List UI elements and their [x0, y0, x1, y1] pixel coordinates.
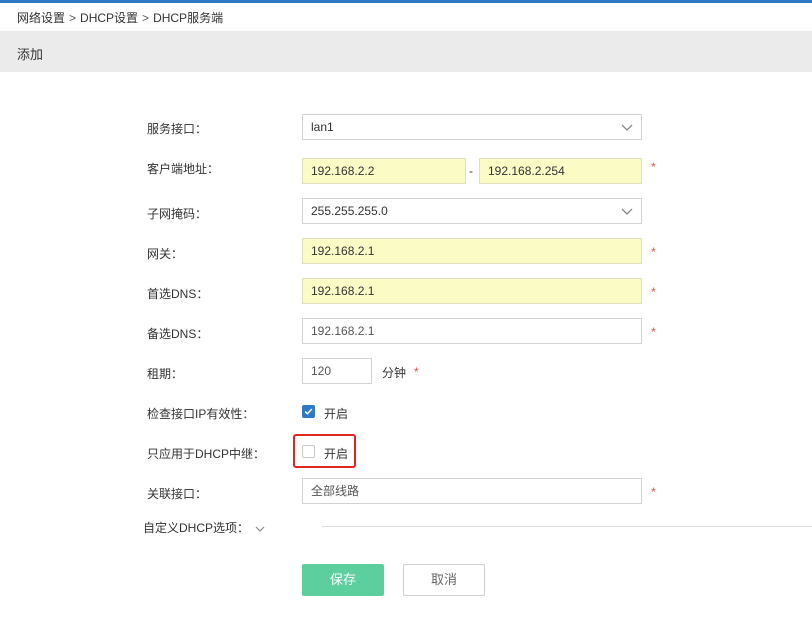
breadcrumb-separator: > [142, 11, 150, 25]
associated-interface-field[interactable]: 全部线路 [302, 478, 642, 504]
section-title: 添加 [17, 47, 44, 62]
section-header: 添加 [0, 31, 812, 72]
breadcrumb-network-settings[interactable]: 网络设置 [17, 11, 65, 25]
required-mark: * [651, 485, 656, 499]
cancel-button[interactable]: 取消 [403, 564, 485, 596]
required-mark: * [651, 160, 656, 174]
range-dash: - [469, 164, 473, 178]
section-divider [322, 526, 812, 527]
check-ip-validity-option[interactable]: 开启 [324, 405, 348, 422]
subnet-mask-label: 子网掩码： [147, 207, 208, 221]
client-address-end-input[interactable]: 192.168.2.254 [479, 158, 642, 184]
client-address-label: 客户端地址： [147, 162, 220, 176]
breadcrumb-dhcp-server: DHCP服务端 [153, 11, 224, 25]
breadcrumb-separator: > [69, 11, 77, 25]
lease-label: 租期： [147, 367, 184, 381]
gateway-label: 网关： [147, 247, 184, 261]
check-ip-validity-label: 检查接口IP有效性： [147, 407, 255, 421]
chevron-down-icon [621, 124, 633, 131]
service-interface-value: lan1 [311, 120, 334, 134]
top-accent-line [0, 0, 812, 3]
secondary-dns-input[interactable]: 192.168.2.1 [302, 318, 642, 344]
primary-dns-input[interactable]: 192.168.2.1 [302, 278, 642, 304]
custom-dhcp-options-toggle[interactable]: 自定义DHCP选项： [143, 519, 265, 536]
required-mark: * [414, 365, 419, 379]
lease-unit: 分钟 [382, 366, 407, 380]
secondary-dns-label: 备选DNS： [147, 327, 209, 341]
chevron-down-icon [255, 526, 265, 532]
lease-input[interactable]: 120 [302, 358, 372, 384]
check-ip-validity-checkbox[interactable] [302, 405, 315, 418]
checkmark-icon [304, 408, 313, 415]
breadcrumb-dhcp-settings[interactable]: DHCP设置 [80, 11, 138, 25]
associated-interface-label: 关联接口： [147, 487, 208, 501]
dhcp-relay-only-label: 只应用于DHCP中继： [147, 447, 266, 461]
service-interface-label: 服务接口： [147, 122, 208, 136]
required-mark: * [651, 325, 656, 339]
gateway-input[interactable]: 192.168.2.1 [302, 238, 642, 264]
save-button[interactable]: 保存 [302, 564, 384, 596]
primary-dns-label: 首选DNS： [147, 287, 209, 301]
custom-dhcp-options-label: 自定义DHCP选项： [143, 521, 250, 535]
subnet-mask-select[interactable]: 255.255.255.0 [302, 198, 642, 224]
required-mark: * [651, 285, 656, 299]
required-mark: * [651, 245, 656, 259]
service-interface-select[interactable]: lan1 [302, 114, 642, 140]
chevron-down-icon [621, 208, 633, 215]
subnet-mask-value: 255.255.255.0 [311, 204, 388, 218]
highlight-box [293, 434, 356, 468]
breadcrumb: 网络设置 > DHCP设置 > DHCP服务端 [17, 9, 223, 26]
client-address-start-input[interactable]: 192.168.2.2 [302, 158, 466, 184]
